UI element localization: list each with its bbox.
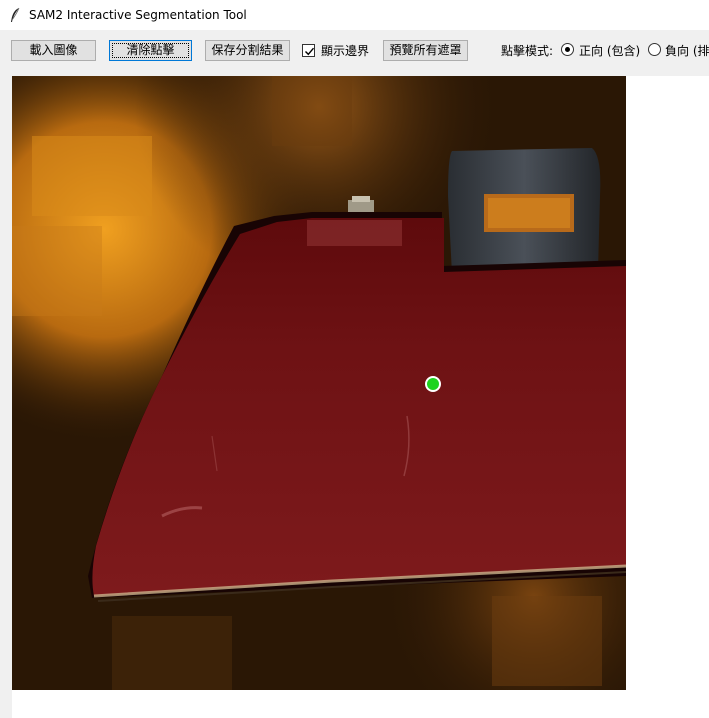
segmentation-image — [12, 76, 626, 690]
positive-radio-label[interactable]: 正向 (包含) — [579, 42, 640, 60]
window-title: SAM2 Interactive Segmentation Tool — [29, 8, 247, 22]
feather-icon — [9, 7, 21, 23]
title-bar: SAM2 Interactive Segmentation Tool — [0, 0, 709, 30]
negative-radio-label[interactable]: 負向 (排 — [665, 42, 709, 60]
save-result-button[interactable]: 保存分割結果 — [205, 40, 290, 61]
click-mode-label: 點擊模式: — [501, 44, 554, 58]
image-canvas[interactable] — [12, 76, 626, 690]
canvas-bottom-blank — [12, 690, 626, 718]
checkmark-icon — [305, 47, 315, 56]
clear-points-button[interactable]: 清除點擊 — [109, 40, 192, 61]
show-boundary-label: 顯示邊界 — [321, 44, 370, 58]
negative-radio[interactable] — [648, 43, 661, 56]
load-image-button[interactable]: 載入圖像 — [11, 40, 96, 61]
canvas-right-blank — [626, 76, 709, 718]
toolbar: 載入圖像 清除點擊 保存分割結果 顯示邊界 預覽所有遮罩 點擊模式: 正向 (包… — [0, 30, 709, 75]
preview-masks-button[interactable]: 預覽所有遮罩 — [383, 40, 468, 61]
radio-selected-dot — [565, 47, 570, 52]
left-margin — [0, 76, 12, 718]
focus-ring — [112, 43, 189, 58]
checkbox-box[interactable] — [302, 44, 315, 57]
positive-radio[interactable] — [561, 43, 574, 56]
